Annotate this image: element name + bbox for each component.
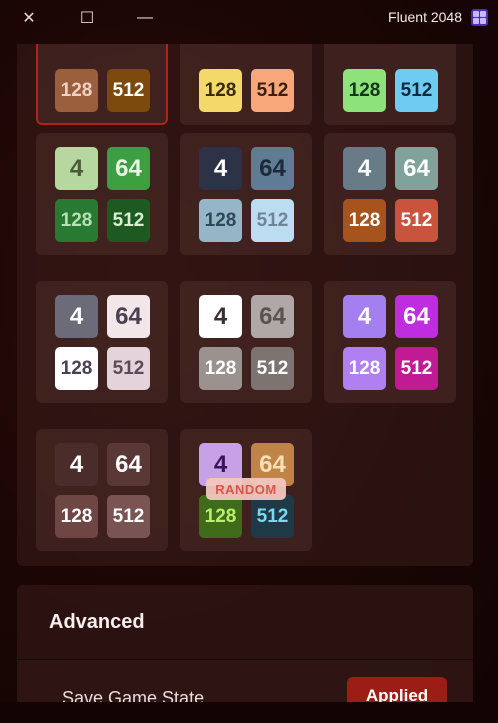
theme-option[interactable]: 4 64 128 512 (36, 429, 168, 551)
theme-option[interactable]: 4 64 128 512 RANDOM (180, 429, 312, 551)
random-badge: RANDOM (206, 478, 286, 500)
tile-512: 512 (107, 347, 150, 390)
tile-512: 512 (107, 199, 150, 242)
tile-64: 64 (107, 147, 150, 190)
theme-option[interactable]: 4 64 128 512 (36, 281, 168, 403)
settings-content[interactable]: 128 512 128 512 128 512 4 64 128 512 4 64 128 512 4 64 1… (0, 44, 498, 709)
tile-64: 64 (251, 147, 294, 190)
tile-512: 512 (395, 69, 438, 112)
maximize-icon: ☐ (79, 10, 95, 27)
tile-64: 64 (107, 295, 150, 338)
tile-128: 128 (55, 199, 98, 242)
tile-512: 512 (251, 347, 294, 390)
tile-4: 4 (343, 147, 386, 190)
tile-512: 512 (395, 199, 438, 242)
tile-64: 64 (107, 443, 150, 486)
tile-4: 4 (55, 295, 98, 338)
tile-128: 128 (199, 347, 242, 390)
theme-option[interactable]: 128 512 (36, 44, 168, 125)
tile-512: 512 (107, 69, 150, 112)
tile-4: 4 (55, 443, 98, 486)
tile-4: 4 (199, 147, 242, 190)
tile-128: 128 (55, 69, 98, 112)
app-logo-icon (471, 9, 488, 26)
advanced-section: Advanced Save Game State Applied (17, 585, 473, 709)
tile-64: 64 (251, 295, 294, 338)
tile-128: 128 (199, 69, 242, 112)
themes-card: 128 512 128 512 128 512 4 64 128 512 4 64 128 512 4 64 1… (17, 44, 473, 566)
tile-128: 128 (343, 199, 386, 242)
close-button[interactable]: ✕ (0, 0, 58, 36)
theme-option[interactable]: 4 64 128 512 (180, 281, 312, 403)
app-title: Fluent 2048 (388, 9, 462, 25)
tile-512: 512 (251, 495, 294, 538)
tile-128: 128 (343, 347, 386, 390)
tile-512: 512 (251, 199, 294, 242)
theme-option[interactable]: 128 512 (324, 44, 456, 125)
window-bottom-edge (0, 702, 498, 723)
theme-option[interactable]: 4 64 128 512 (324, 133, 456, 255)
tile-128: 128 (343, 69, 386, 112)
tile-4: 4 (199, 295, 242, 338)
tile-128: 128 (55, 495, 98, 538)
theme-option[interactable]: 4 64 128 512 (180, 133, 312, 255)
close-icon: ✕ (22, 10, 36, 27)
tile-512: 512 (107, 495, 150, 538)
tile-4: 4 (55, 147, 98, 190)
maximize-button[interactable]: ☐ (58, 0, 116, 36)
theme-option[interactable]: 4 64 128 512 (36, 133, 168, 255)
theme-option[interactable]: 128 512 (180, 44, 312, 125)
advanced-heading: Advanced (49, 611, 145, 633)
tile-512: 512 (395, 347, 438, 390)
tile-64: 64 (395, 295, 438, 338)
tile-128: 128 (199, 495, 242, 538)
tile-128: 128 (199, 199, 242, 242)
tile-4: 4 (343, 295, 386, 338)
tile-512: 512 (251, 69, 294, 112)
minimize-button[interactable]: — (116, 0, 174, 36)
tile-64: 64 (395, 147, 438, 190)
tile-128: 128 (55, 347, 98, 390)
minimize-icon: — (137, 9, 153, 26)
title-bar: ✕ ☐ — Fluent 2048 (0, 0, 498, 36)
theme-option[interactable]: 4 64 128 512 (324, 281, 456, 403)
